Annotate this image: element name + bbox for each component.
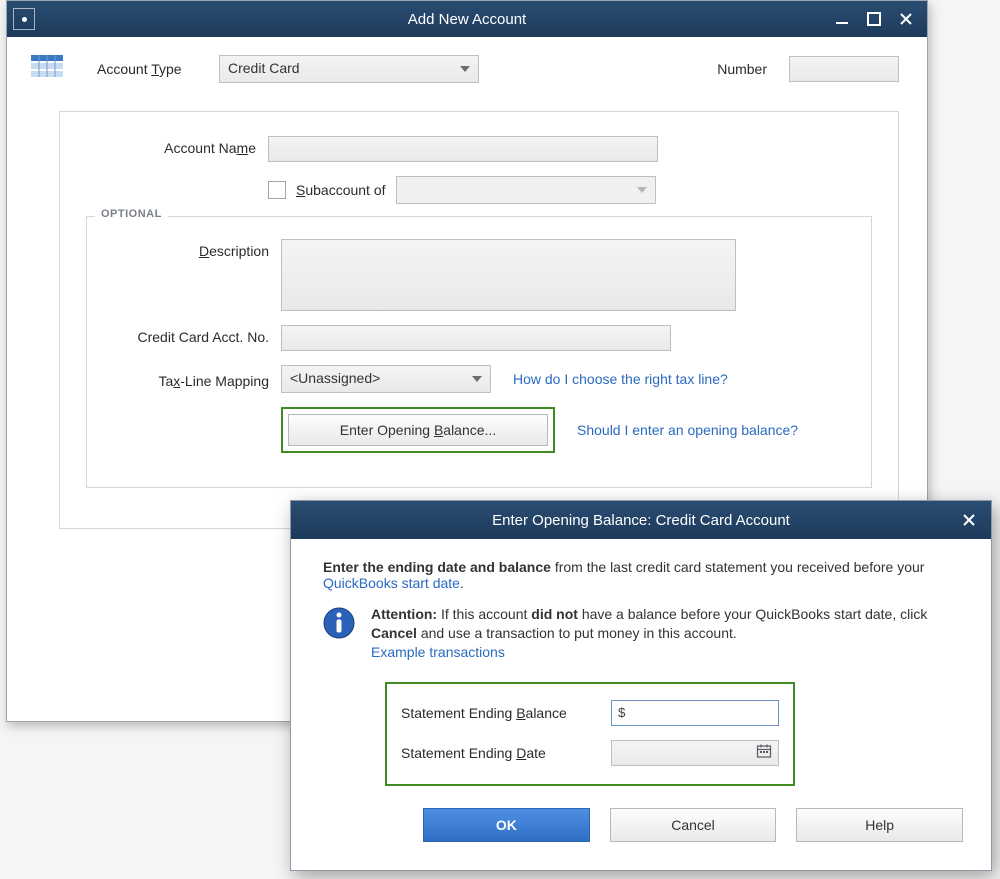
account-details-panel: Account Name Subaccount of xyxy=(59,111,899,529)
dialog-intro-bold: Enter the ending date and balance xyxy=(323,559,551,575)
opening-balance-button-label: Enter Opening Balance... xyxy=(340,422,496,438)
attention-label: Attention: xyxy=(371,606,437,622)
dialog-titlebar: Enter Opening Balance: Credit Card Accou… xyxy=(291,501,991,539)
main-titlebar: Add New Account xyxy=(7,1,927,37)
dialog-intro-text: Enter the ending date and balance from t… xyxy=(323,559,963,591)
account-type-select[interactable]: Credit Card xyxy=(219,55,479,83)
chevron-down-icon xyxy=(637,187,647,193)
subaccount-label: Subaccount of xyxy=(296,182,386,198)
cc-acctno-input[interactable] xyxy=(281,325,671,351)
cc-acctno-label: Credit Card Acct. No. xyxy=(99,325,281,345)
main-window-title: Add New Account xyxy=(7,11,927,28)
account-name-input[interactable] xyxy=(268,136,658,162)
account-name-label: Account Name xyxy=(86,136,268,156)
chevron-down-icon xyxy=(460,66,470,72)
statement-ending-balance-input[interactable] xyxy=(611,700,779,726)
number-label: Number xyxy=(717,61,767,77)
description-textarea[interactable] xyxy=(281,239,736,311)
ok-button-label: OK xyxy=(496,817,517,833)
taxline-value: <Unassigned> xyxy=(290,370,380,386)
statement-ending-balance-label: Statement Ending Balance xyxy=(401,705,611,721)
statement-inputs-highlight: Statement Ending Balance Statement Endin… xyxy=(385,682,795,786)
dialog-close-button[interactable] xyxy=(957,508,981,532)
enter-opening-balance-button[interactable]: Enter Opening Balance... xyxy=(288,414,548,446)
maximize-button[interactable] xyxy=(863,8,885,30)
description-label: Description xyxy=(99,239,281,259)
quickbooks-start-date-link[interactable]: QuickBooks start date xyxy=(323,575,460,591)
number-input[interactable] xyxy=(789,56,899,82)
cancel-button[interactable]: Cancel xyxy=(610,808,777,842)
cancel-button-label: Cancel xyxy=(671,817,715,833)
attention-text: Attention: If this account did not have … xyxy=(371,605,963,662)
taxline-help-link[interactable]: How do I choose the right tax line? xyxy=(513,371,728,387)
help-button[interactable]: Help xyxy=(796,808,963,842)
optional-fieldset: OPTIONAL Description Credit Card Acct. N… xyxy=(86,216,872,488)
subaccount-checkbox[interactable] xyxy=(268,181,286,199)
chevron-down-icon xyxy=(472,376,482,382)
example-transactions-link[interactable]: Example transactions xyxy=(371,644,505,660)
ok-button[interactable]: OK xyxy=(423,808,590,842)
statement-ending-date-label: Statement Ending Date xyxy=(401,745,611,761)
opening-balance-help-link[interactable]: Should I enter an opening balance? xyxy=(577,422,798,438)
help-button-label: Help xyxy=(865,817,894,833)
enter-opening-balance-dialog: Enter Opening Balance: Credit Card Accou… xyxy=(290,500,992,871)
taxline-select[interactable]: <Unassigned> xyxy=(281,365,491,393)
system-menu-button[interactable] xyxy=(13,8,35,30)
info-icon xyxy=(323,607,355,639)
account-type-label: Account Type xyxy=(97,61,205,77)
dialog-title: Enter Opening Balance: Credit Card Accou… xyxy=(291,512,991,529)
account-table-icon xyxy=(31,55,63,83)
calendar-icon xyxy=(756,743,772,762)
optional-legend: OPTIONAL xyxy=(95,208,168,220)
subaccount-select[interactable] xyxy=(396,176,656,204)
statement-ending-date-input[interactable] xyxy=(611,740,779,766)
opening-balance-highlight: Enter Opening Balance... xyxy=(281,407,555,453)
close-button[interactable] xyxy=(895,8,917,30)
dialog-intro-rest: from the last credit card statement you … xyxy=(555,559,925,575)
minimize-button[interactable] xyxy=(831,8,853,30)
taxline-label: Tax-Line Mapping xyxy=(99,369,281,389)
account-type-value: Credit Card xyxy=(228,60,300,76)
